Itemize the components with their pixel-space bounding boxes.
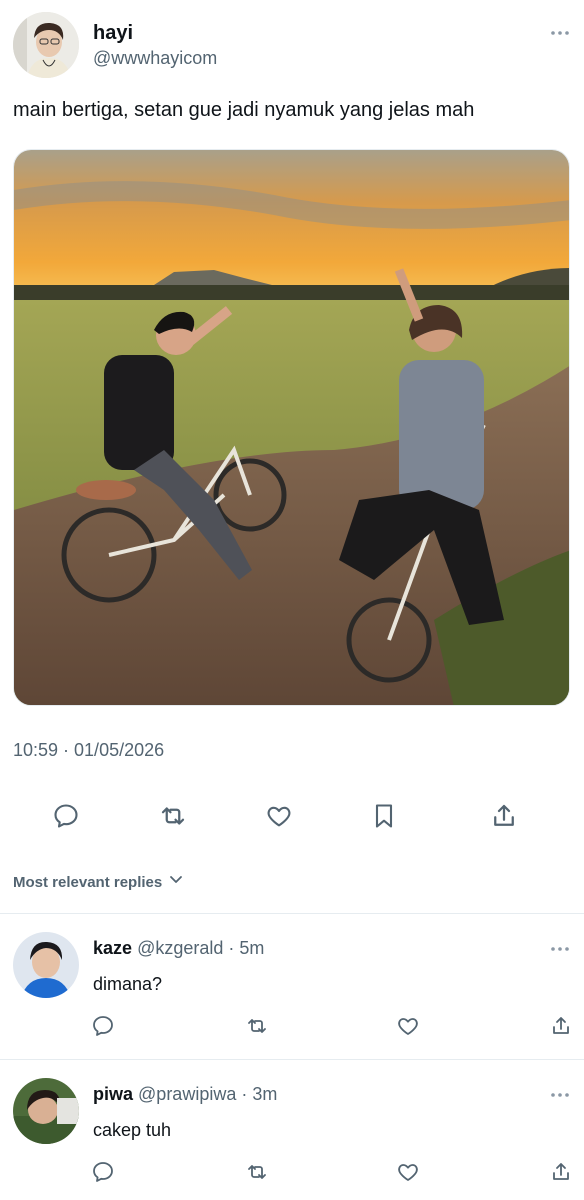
reply-author-handle[interactable]: @prawipiwa: [138, 1084, 236, 1104]
reply-time[interactable]: 5m: [239, 938, 264, 958]
retweet-icon[interactable]: [153, 796, 193, 836]
reply-time[interactable]: 3m: [252, 1084, 277, 1104]
reply-author-name[interactable]: kaze: [93, 938, 132, 958]
tweet-timestamp[interactable]: 10:59 · 01/05/2026: [13, 740, 164, 761]
replies-sort-dropdown[interactable]: Most relevant replies: [13, 872, 184, 892]
meta-separator: ·: [228, 938, 235, 958]
reply-item[interactable]: piwa @prawipiwa · 3m cakep tuh: [0, 1060, 584, 1200]
author-handle[interactable]: @wwwhayicom: [93, 48, 217, 69]
reply-meta: kaze @kzgerald · 5m: [93, 938, 264, 959]
author-avatar[interactable]: [13, 12, 79, 78]
reply-action-bar: [0, 1158, 584, 1186]
replies-sort-label: Most relevant replies: [13, 873, 163, 891]
more-options-icon[interactable]: [549, 22, 571, 44]
like-icon[interactable]: [394, 1158, 422, 1186]
reply-text: dimana?: [93, 974, 163, 994]
bookmark-icon[interactable]: [364, 796, 404, 836]
tweet-header: hayi @wwwhayicom: [13, 12, 571, 80]
reply-author-handle[interactable]: @kzgerald: [137, 938, 223, 958]
meta-separator: ·: [241, 1084, 248, 1104]
reply-icon[interactable]: [46, 796, 86, 836]
like-icon[interactable]: [394, 1012, 422, 1040]
tweet-photo[interactable]: [13, 149, 570, 706]
reply-item[interactable]: kaze @kzgerald · 5m dimana?: [0, 914, 584, 1054]
retweet-icon[interactable]: [243, 1158, 271, 1186]
author-name[interactable]: hayi: [93, 22, 133, 45]
reply-action-bar: [0, 1012, 584, 1040]
reply-avatar[interactable]: [13, 1078, 79, 1144]
tweet-action-bar: [0, 796, 584, 838]
more-options-icon[interactable]: [549, 1084, 571, 1106]
chevron-down-icon: [168, 872, 184, 892]
reply-avatar[interactable]: [13, 932, 79, 998]
like-icon[interactable]: [259, 796, 299, 836]
share-icon[interactable]: [484, 796, 524, 836]
tweet-text: main bertiga, setan gue jadi nyamuk yang…: [13, 99, 475, 121]
reply-icon[interactable]: [89, 1012, 117, 1040]
reply-author-name[interactable]: piwa: [93, 1084, 133, 1104]
share-icon[interactable]: [547, 1158, 575, 1186]
reply-meta: piwa @prawipiwa · 3m: [93, 1084, 277, 1105]
more-options-icon[interactable]: [549, 938, 571, 960]
reply-text: cakep tuh: [93, 1120, 172, 1140]
retweet-icon[interactable]: [243, 1012, 271, 1040]
reply-icon[interactable]: [89, 1158, 117, 1186]
share-icon[interactable]: [547, 1012, 575, 1040]
